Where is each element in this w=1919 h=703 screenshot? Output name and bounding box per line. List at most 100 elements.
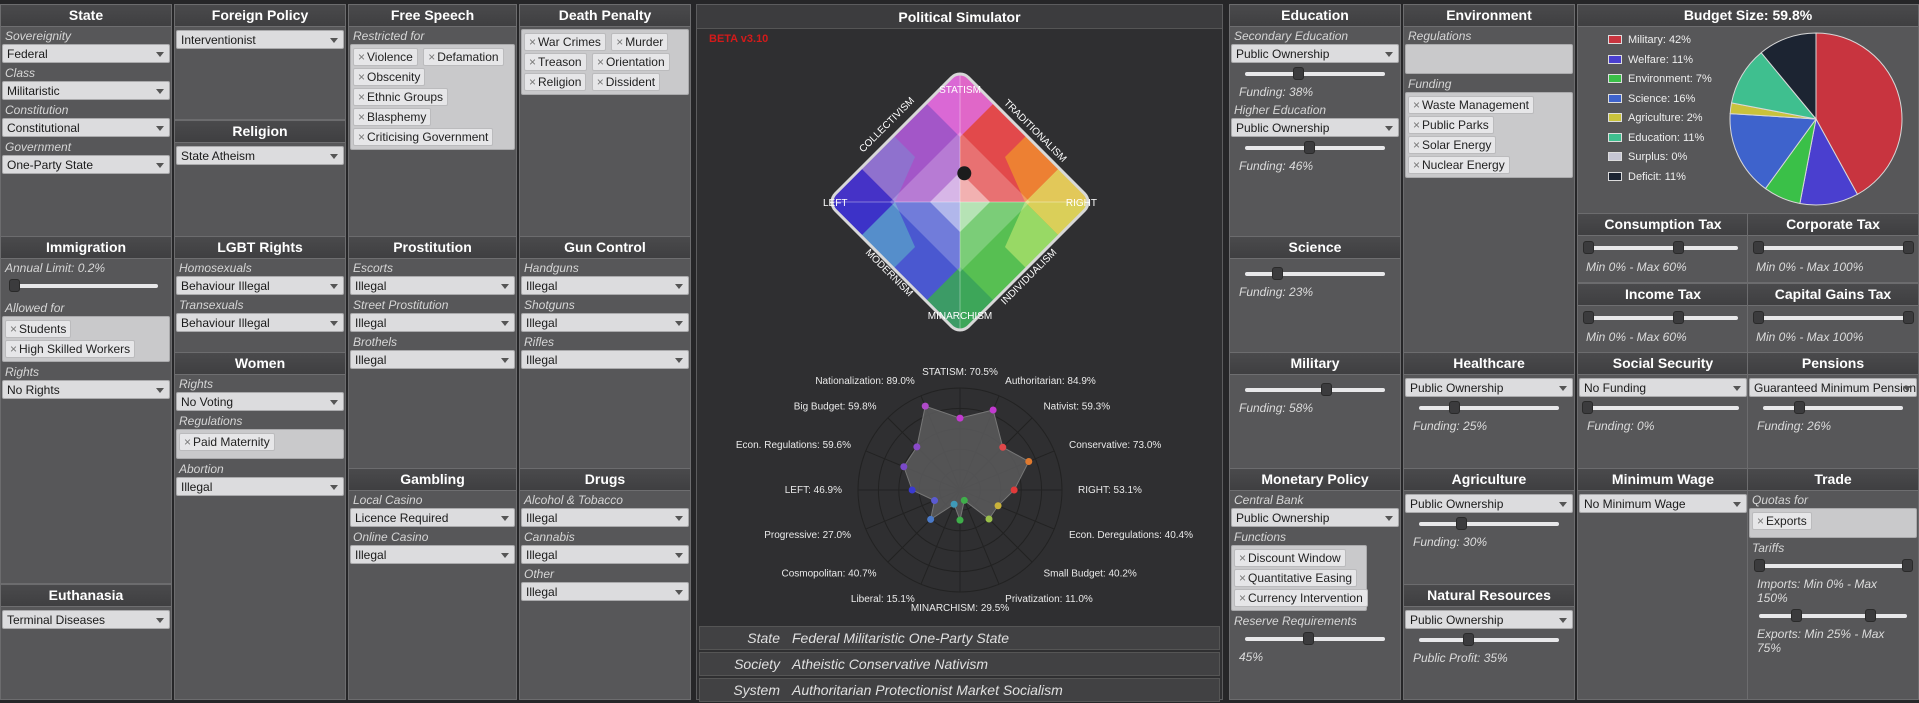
- remove-icon[interactable]: ×: [1239, 591, 1246, 605]
- remove-icon[interactable]: ×: [428, 50, 435, 64]
- remove-icon[interactable]: ×: [1413, 158, 1420, 172]
- slider-thumb[interactable]: [1293, 67, 1305, 80]
- street-select[interactable]: Illegal: [350, 313, 515, 332]
- remove-icon[interactable]: ×: [529, 55, 536, 69]
- slider-thumb[interactable]: [1272, 267, 1284, 280]
- remove-icon[interactable]: ×: [10, 342, 17, 356]
- handguns-select[interactable]: Illegal: [521, 276, 689, 295]
- tag[interactable]: × Treason: [524, 53, 587, 71]
- slider-thumb-min[interactable]: [1753, 311, 1764, 324]
- regulations-tags[interactable]: × Paid Maternity: [176, 429, 344, 459]
- science-funding-slider[interactable]: [1245, 267, 1385, 281]
- healthcare-select[interactable]: Public Ownership: [1405, 378, 1573, 397]
- religion-select[interactable]: State Atheism: [176, 146, 344, 165]
- env-funding-tags[interactable]: × Waste Management × Public Parks × Solar E…: [1405, 92, 1573, 178]
- homosexuals-select[interactable]: Behaviour Illegal: [176, 276, 344, 295]
- online-casino-select[interactable]: Illegal: [350, 545, 515, 564]
- constitution-select[interactable]: Constitutional: [2, 118, 170, 137]
- political-compass[interactable]: STATISM MINARCHISM LEFT RIGHT COLLECTIVI…: [805, 47, 1115, 357]
- alcohol-select[interactable]: Illegal: [521, 508, 689, 527]
- tag[interactable]: × Violence: [353, 48, 418, 66]
- tag[interactable]: × Currency Intervention: [1234, 589, 1368, 607]
- remove-icon[interactable]: ×: [358, 110, 365, 124]
- remove-icon[interactable]: ×: [358, 90, 365, 104]
- income-tax-slider[interactable]: [1583, 311, 1738, 325]
- remove-icon[interactable]: ×: [1413, 118, 1420, 132]
- restricted-tags[interactable]: × Violence × Defamation × Obscenity × Ethnic…: [350, 44, 515, 150]
- agriculture-select[interactable]: Public Ownership: [1405, 494, 1573, 513]
- tag[interactable]: × Public Parks: [1408, 116, 1494, 134]
- tag[interactable]: × Nuclear Energy: [1408, 156, 1510, 174]
- env-regulations-tags[interactable]: [1405, 44, 1573, 74]
- slider-thumb-max[interactable]: [1903, 311, 1914, 324]
- tag[interactable]: × Religion: [524, 73, 587, 91]
- tag[interactable]: × Paid Maternity: [179, 433, 275, 451]
- slider-thumb-max[interactable]: [1902, 559, 1913, 572]
- rights-select[interactable]: No Rights: [2, 380, 170, 399]
- quotas-tags[interactable]: × Exports: [1749, 508, 1917, 538]
- slider-thumb-max[interactable]: [1865, 609, 1876, 622]
- tag[interactable]: × Dissident: [591, 73, 661, 91]
- slider-thumb-min[interactable]: [1583, 311, 1594, 324]
- minimum-wage-select[interactable]: No Minimum Wage: [1579, 494, 1747, 513]
- slider-thumb-min[interactable]: [1754, 559, 1765, 572]
- remove-icon[interactable]: ×: [1757, 514, 1764, 528]
- slider-thumb-max[interactable]: [1673, 241, 1684, 254]
- abortion-select[interactable]: Illegal: [176, 477, 344, 496]
- class-select[interactable]: Militaristic: [2, 81, 170, 100]
- tag[interactable]: × Waste Management: [1408, 96, 1534, 114]
- tag[interactable]: × Criticising Government: [353, 128, 494, 146]
- other-drugs-select[interactable]: Illegal: [521, 582, 689, 601]
- foreign-policy-select[interactable]: Interventionist: [176, 30, 344, 49]
- slider-thumb[interactable]: [1456, 517, 1467, 530]
- rifles-select[interactable]: Illegal: [521, 350, 689, 369]
- slider-thumb-min[interactable]: [1583, 241, 1594, 254]
- slider-thumb[interactable]: [1303, 632, 1314, 645]
- sovereignty-select[interactable]: Federal: [2, 44, 170, 63]
- higher-funding-slider[interactable]: [1245, 141, 1385, 155]
- tag[interactable]: × Exports: [1752, 512, 1812, 530]
- escorts-select[interactable]: Illegal: [350, 276, 515, 295]
- women-rights-select[interactable]: No Voting: [176, 392, 344, 411]
- agriculture-funding-slider[interactable]: [1419, 517, 1559, 531]
- natural-resources-select[interactable]: Public Ownership: [1405, 610, 1573, 629]
- remove-icon[interactable]: ×: [1239, 571, 1246, 585]
- healthcare-funding-slider[interactable]: [1419, 401, 1559, 415]
- tag[interactable]: × Defamation: [423, 48, 504, 66]
- higher-select[interactable]: Public Ownership: [1231, 118, 1399, 137]
- slider-thumb[interactable]: [1794, 401, 1806, 414]
- export-tariff-slider[interactable]: [1759, 609, 1907, 623]
- tag[interactable]: × War Crimes: [524, 33, 606, 51]
- local-casino-select[interactable]: Licence Required: [350, 508, 515, 527]
- slider-thumb[interactable]: [1304, 141, 1316, 154]
- tag[interactable]: × Solar Energy: [1408, 136, 1497, 154]
- tag[interactable]: × Orientation: [591, 53, 670, 71]
- cannabis-select[interactable]: Illegal: [521, 545, 689, 564]
- import-tariff-slider[interactable]: [1754, 559, 1913, 573]
- pensions-select[interactable]: Guaranteed Minimum Pension: [1749, 378, 1917, 397]
- transexuals-select[interactable]: Behaviour Illegal: [176, 313, 344, 332]
- remove-icon[interactable]: ×: [1413, 98, 1420, 112]
- slider-thumb[interactable]: [9, 279, 21, 292]
- tag[interactable]: × Blasphemy: [353, 108, 432, 126]
- remove-icon[interactable]: ×: [358, 70, 365, 84]
- remove-icon[interactable]: ×: [597, 75, 604, 89]
- euthanasia-select[interactable]: Terminal Diseases: [2, 610, 170, 629]
- remove-icon[interactable]: ×: [529, 75, 536, 89]
- secondary-select[interactable]: Public Ownership: [1231, 44, 1399, 63]
- tag[interactable]: × Discount Window: [1234, 549, 1346, 567]
- corporate-tax-slider[interactable]: [1753, 241, 1914, 255]
- slider-thumb[interactable]: [1463, 633, 1474, 646]
- public-profit-slider[interactable]: [1419, 633, 1559, 647]
- remove-icon[interactable]: ×: [1413, 138, 1420, 152]
- annual-limit-slider[interactable]: [9, 279, 158, 293]
- remove-icon[interactable]: ×: [358, 130, 365, 144]
- slider-thumb[interactable]: [1449, 401, 1460, 414]
- tag[interactable]: × High Skilled Workers: [5, 340, 136, 358]
- capital-gains-tax-slider[interactable]: [1753, 311, 1914, 325]
- slider-thumb-min[interactable]: [1791, 609, 1802, 622]
- slider-thumb-max[interactable]: [1673, 311, 1684, 324]
- brothels-select[interactable]: Illegal: [350, 350, 515, 369]
- remove-icon[interactable]: ×: [529, 35, 536, 49]
- consumption-tax-slider[interactable]: [1583, 241, 1738, 255]
